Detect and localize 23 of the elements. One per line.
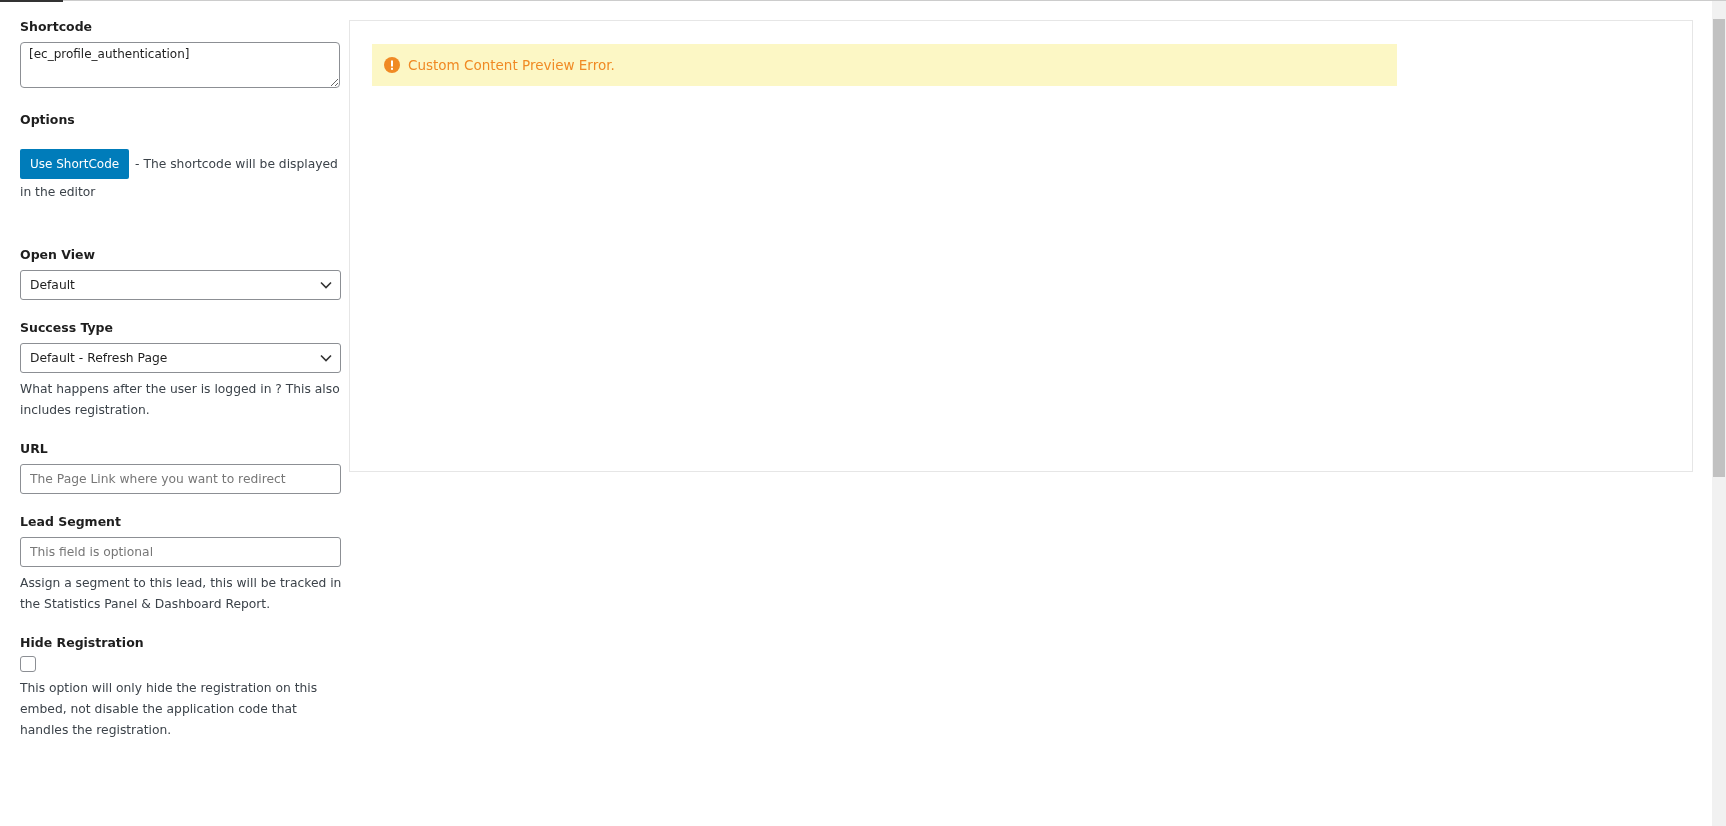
dropdown[interactable]: Default [20,270,341,300]
help-text: This option will only hide the registration on this embed, not disable the application code that handles the registration. [20,680,319,739]
scrollbar[interactable] [1712,1,1726,826]
text-input[interactable]: This field is optional [20,537,341,567]
shortcode-help-text: Use ShortCode - The shortcode will be displayed in the editor [20,149,342,205]
chevron-down-icon [320,281,332,289]
shortcode-textarea[interactable]: [ec_profile_authentication] [20,42,340,88]
help-text: Assign a segment to this lead, this will be tracked in the Statistics Panel & Dashboard Report. [20,575,342,613]
checkbox[interactable] [20,656,36,672]
field-label: Success Type [20,320,115,335]
chevron-down-icon [320,354,332,362]
field-label: URL [20,441,49,456]
field-label: Hide Registration [20,635,145,650]
field-label: Lead Segment [20,514,122,529]
field-label: Shortcode [20,19,94,34]
field-label: Options [20,112,76,127]
use-shortcode-button[interactable]: Use ShortCode [20,149,130,179]
error-message: Custom Content Preview Error. [408,57,615,73]
field-label: Open View [20,247,97,262]
warning-icon [384,57,400,73]
help-text: What happens after the user is logged in ? This also includes registration. [20,381,341,419]
text-input[interactable]: The Page Link where you want to redirect [20,464,341,494]
dropdown[interactable]: Default - Refresh Page [20,343,341,373]
